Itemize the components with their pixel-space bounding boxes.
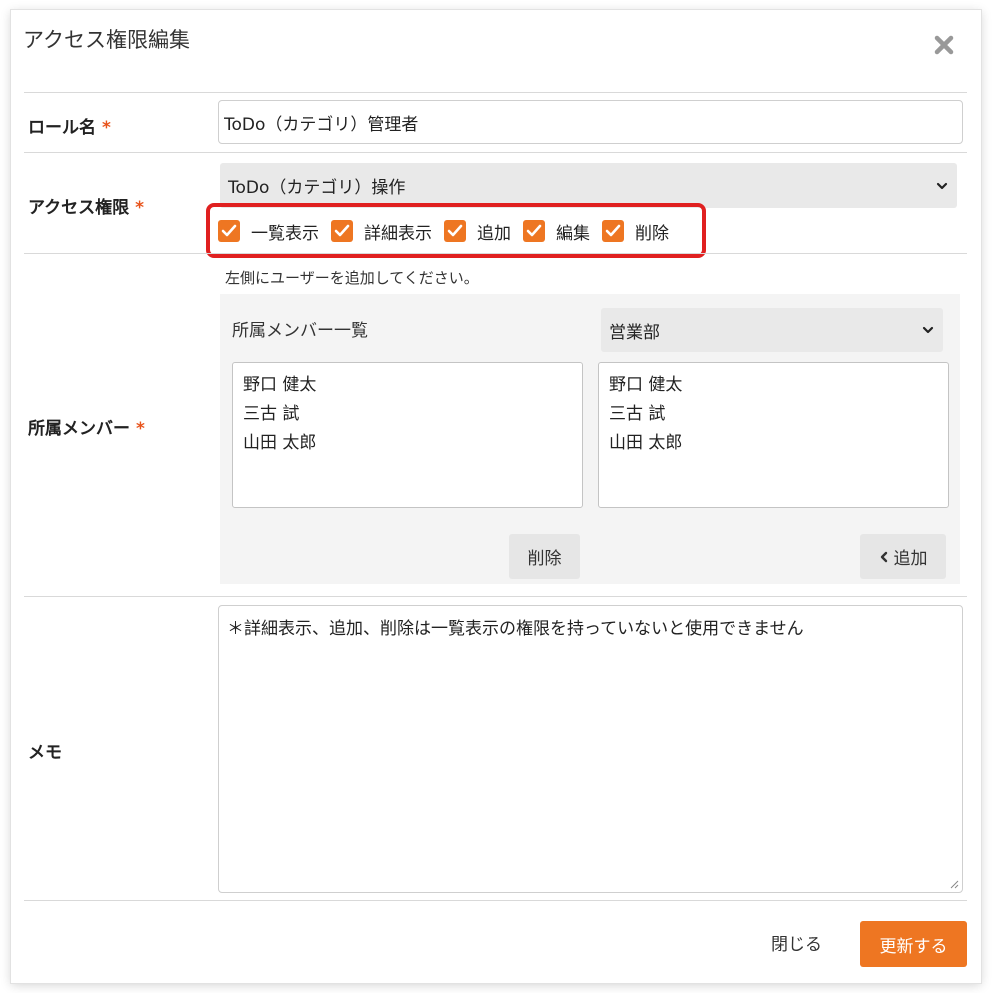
checkbox-checked-icon [218, 220, 240, 242]
checkbox-label: 詳細表示 [364, 223, 432, 244]
close-button[interactable]: 閉じる [771, 930, 822, 955]
permission-checkbox-list[interactable]: 一覧表示 [218, 219, 319, 244]
chevron-left-icon [880, 551, 887, 562]
department-select[interactable]: 営業部 [601, 308, 943, 352]
checkbox-checked-icon [331, 220, 353, 242]
dialog-title: アクセス権限編集 [23, 28, 190, 52]
members-hint: 左側にユーザーを追加してください。 [225, 269, 479, 287]
permission-checkbox-add[interactable]: 追加 [444, 219, 511, 244]
memo-label: メモ [28, 743, 62, 763]
divider [24, 92, 967, 93]
list-item[interactable]: 野口 健太 [609, 371, 938, 400]
required-mark: * [102, 118, 111, 138]
required-mark: * [135, 198, 145, 218]
checkbox-checked-icon [523, 220, 545, 242]
role-name-label-text: ロール名 [28, 118, 96, 138]
role-name-input[interactable] [218, 100, 963, 144]
access-edit-dialog: アクセス権限編集 ロール名* アクセス権限* ToDo（カテゴリ）操作 一覧表示… [11, 10, 981, 983]
memo-text: ＊詳細表示、追加、削除は一覧表示の権限を持っていないと使用できません [227, 619, 804, 639]
divider [24, 596, 967, 597]
list-item[interactable]: 山田 太郎 [243, 429, 572, 458]
permission-checkbox-edit[interactable]: 編集 [523, 219, 590, 244]
chevron-down-icon [936, 182, 948, 189]
checkbox-checked-icon [444, 220, 466, 242]
assigned-member-listbox[interactable]: 野口 健太 三古 試 山田 太郎 [232, 362, 583, 508]
permission-checkbox-detail[interactable]: 詳細表示 [331, 219, 432, 244]
members-label-text: 所属メンバー [28, 419, 130, 439]
update-button-label: 更新する [879, 936, 948, 957]
list-item[interactable]: 野口 健太 [243, 371, 572, 400]
access-permission-label-text: アクセス権限 [28, 198, 130, 218]
divider [24, 900, 967, 901]
access-permission-label: アクセス権限 * [28, 193, 144, 218]
list-item[interactable]: 三古 試 [243, 400, 572, 429]
member-list-title: 所属メンバー一覧 [232, 321, 368, 341]
checkbox-label: 編集 [556, 223, 590, 244]
access-permission-select[interactable]: ToDo（カテゴリ）操作 [220, 163, 957, 208]
role-name-label: ロール名 * [28, 113, 111, 138]
remove-member-button-label: 削除 [527, 549, 562, 569]
list-item[interactable]: 三古 試 [609, 400, 938, 429]
close-icon[interactable] [933, 34, 955, 56]
member-picker-panel: 所属メンバー一覧 営業部 野口 健太 三古 試 山田 太郎 野口 健太 三古 試… [220, 294, 960, 584]
permission-checkbox-group: 一覧表示 詳細表示 追加 編集 削除 [218, 218, 681, 244]
available-member-listbox[interactable]: 野口 健太 三古 試 山田 太郎 [598, 362, 949, 508]
add-member-button-label: 追加 [893, 549, 928, 569]
chevron-down-icon [922, 326, 934, 334]
memo-textarea[interactable]: ＊詳細表示、追加、削除は一覧表示の権限を持っていないと使用できません [218, 605, 963, 893]
department-select-value: 営業部 [609, 322, 660, 343]
remove-member-button[interactable]: 削除 [509, 534, 580, 579]
required-mark: * [136, 419, 145, 439]
resize-grip-icon[interactable] [949, 879, 959, 889]
members-label: 所属メンバー * [28, 414, 145, 439]
add-member-button[interactable]: 追加 [860, 534, 946, 579]
divider [24, 152, 967, 153]
divider [24, 253, 967, 254]
checkbox-checked-icon [602, 220, 624, 242]
access-permission-select-value: ToDo（カテゴリ）操作 [228, 178, 406, 198]
checkbox-label: 追加 [477, 223, 511, 244]
permission-checkbox-delete[interactable]: 削除 [602, 219, 669, 244]
list-item[interactable]: 山田 太郎 [609, 429, 938, 458]
checkbox-label: 一覧表示 [251, 223, 319, 244]
checkbox-label: 削除 [635, 223, 669, 244]
update-button[interactable]: 更新する [860, 921, 967, 967]
